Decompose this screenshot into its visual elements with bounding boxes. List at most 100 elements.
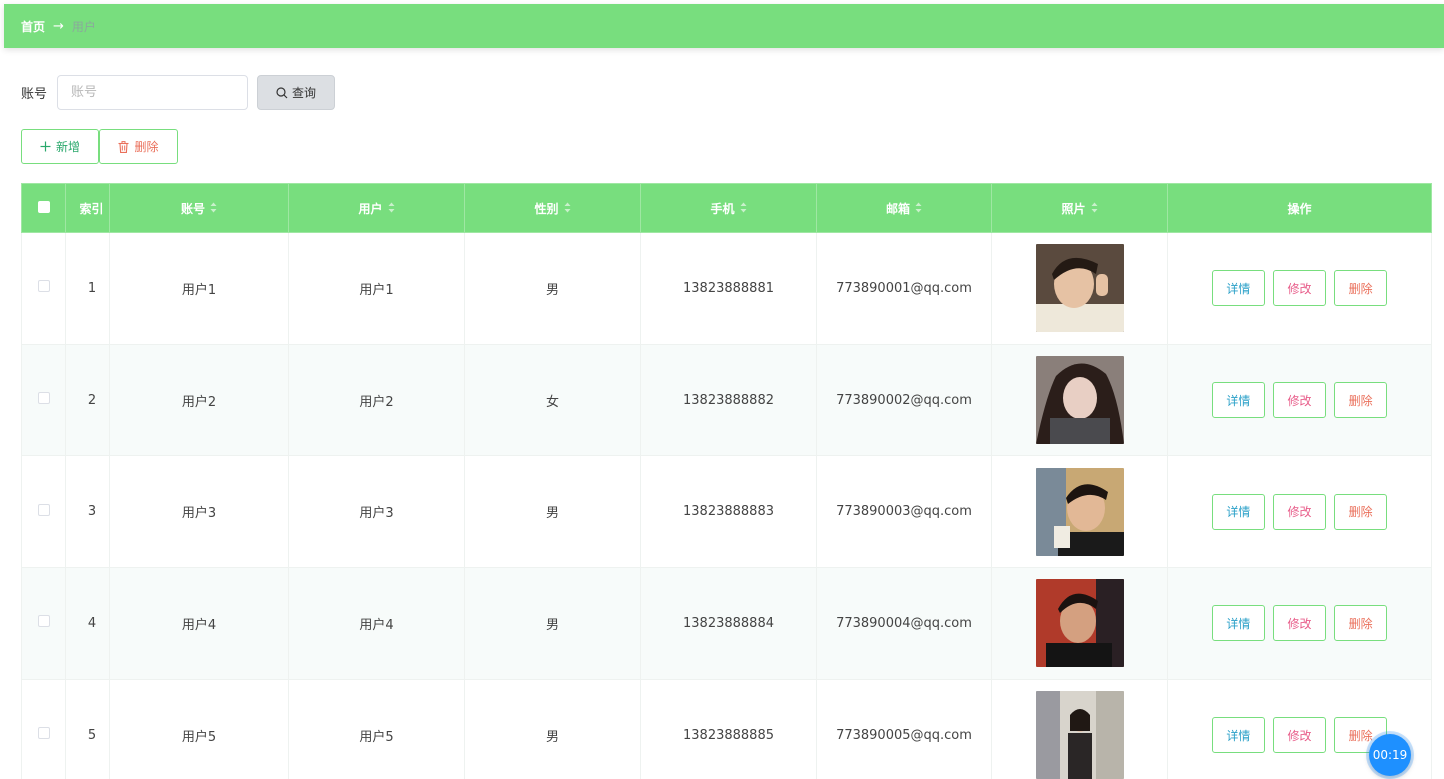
breadcrumb-separator: → <box>53 18 64 34</box>
cell-email: 773890005@qq.com <box>816 678 992 779</box>
delete-button[interactable]: 删除 <box>1334 493 1388 530</box>
detail-button[interactable]: 详情 <box>1211 493 1265 530</box>
header-photo[interactable]: 照片 <box>991 183 1168 233</box>
cell-photo <box>991 343 1168 457</box>
edit-button[interactable]: 修改 <box>1273 605 1326 642</box>
user-photo <box>1035 579 1124 668</box>
cell-gender: 男 <box>464 232 641 345</box>
header-email[interactable]: 邮箱 <box>816 183 992 233</box>
cell-account: 用户1 <box>109 232 289 345</box>
cell-phone: 13823888882 <box>640 343 817 457</box>
row-checkbox[interactable] <box>37 392 50 405</box>
cell-phone: 13823888884 <box>640 567 817 680</box>
header-operation: 操作 <box>1167 183 1432 233</box>
cell-index: 2 <box>65 343 110 457</box>
header-gender-label: 性别 <box>534 201 559 216</box>
edit-button[interactable]: 修改 <box>1273 270 1326 307</box>
timer-badge[interactable]: 00:19 <box>1369 734 1411 776</box>
cell-account: 用户2 <box>109 343 289 457</box>
edit-button[interactable]: 修改 <box>1273 493 1326 530</box>
table-row: 5 用户5 用户5 男 13823888885 773890005@qq.com… <box>21 678 1432 779</box>
header-photo-label: 照片 <box>1061 201 1086 216</box>
cell-operations: 详情 修改 删除 <box>1167 455 1432 569</box>
row-select[interactable] <box>21 455 66 569</box>
sort-icon[interactable] <box>915 202 922 216</box>
header-user[interactable]: 用户 <box>288 183 465 233</box>
cell-operations: 详情 修改 删除 <box>1167 232 1432 345</box>
row-select[interactable] <box>21 343 66 457</box>
delete-button[interactable]: 删除 <box>1334 270 1388 307</box>
cell-index: 5 <box>65 678 110 779</box>
detail-button[interactable]: 详情 <box>1211 717 1265 754</box>
cell-photo <box>991 567 1168 680</box>
search-button-label: 查询 <box>292 86 317 100</box>
sort-icon[interactable] <box>1091 202 1098 216</box>
cell-phone: 13823888881 <box>640 232 817 345</box>
cell-user: 用户3 <box>288 455 465 569</box>
cell-user: 用户1 <box>288 232 465 345</box>
search-bar: 账号 查询 <box>21 75 336 110</box>
sort-icon[interactable] <box>388 202 395 216</box>
search-button[interactable]: 查询 <box>257 75 336 110</box>
row-checkbox[interactable] <box>37 280 50 293</box>
cell-gender: 女 <box>464 343 641 457</box>
cell-operations: 详情 修改 删除 <box>1167 343 1432 457</box>
detail-button[interactable]: 详情 <box>1211 605 1265 642</box>
header-user-label: 用户 <box>358 201 383 216</box>
sort-icon[interactable] <box>740 202 747 216</box>
header-phone-label: 手机 <box>710 201 735 216</box>
row-checkbox[interactable] <box>37 615 50 628</box>
sort-icon[interactable] <box>210 202 217 216</box>
cell-user: 用户5 <box>288 678 465 779</box>
user-photo <box>1035 467 1124 556</box>
row-checkbox[interactable] <box>37 503 50 516</box>
header-email-label: 邮箱 <box>885 201 910 216</box>
edit-button[interactable]: 修改 <box>1273 382 1326 419</box>
batch-delete-button[interactable]: 删除 <box>99 129 178 164</box>
search-icon <box>276 86 288 99</box>
cell-index: 4 <box>65 567 110 680</box>
header-select-all[interactable] <box>21 183 66 233</box>
header-gender[interactable]: 性别 <box>464 183 641 233</box>
detail-button[interactable]: 详情 <box>1211 270 1265 307</box>
row-select[interactable] <box>21 567 66 680</box>
row-select[interactable] <box>21 678 66 779</box>
select-all-checkbox[interactable] <box>37 200 50 213</box>
plus-icon <box>40 141 51 152</box>
sort-icon[interactable] <box>564 202 571 216</box>
row-select[interactable] <box>21 232 66 345</box>
detail-button[interactable]: 详情 <box>1211 382 1265 419</box>
delete-button[interactable]: 删除 <box>1334 605 1388 642</box>
header-index: 索引 <box>65 183 110 233</box>
cell-email: 773890001@qq.com <box>816 232 992 345</box>
table-row: 3 用户3 用户3 男 13823888883 773890003@qq.com… <box>21 455 1432 569</box>
cell-phone: 13823888885 <box>640 678 817 779</box>
cell-index: 1 <box>65 232 110 345</box>
breadcrumb: 首页 → 用户 <box>4 4 1444 48</box>
header-phone[interactable]: 手机 <box>640 183 817 233</box>
table-row: 4 用户4 用户4 男 13823888884 773890004@qq.com… <box>21 567 1432 680</box>
add-button[interactable]: 新增 <box>21 129 99 164</box>
cell-index: 3 <box>65 455 110 569</box>
cell-photo <box>991 455 1168 569</box>
edit-button[interactable]: 修改 <box>1273 717 1326 754</box>
user-photo <box>1035 244 1124 333</box>
breadcrumb-home[interactable]: 首页 <box>21 18 45 35</box>
user-table: 索引 账号 用户 性别 手机 邮箱 照片 操作 1 用户1 用户1 男 1382… <box>21 183 1432 779</box>
search-input[interactable] <box>57 75 249 110</box>
add-button-label: 新增 <box>55 140 80 154</box>
search-label: 账号 <box>21 87 48 102</box>
cell-gender: 男 <box>464 678 641 779</box>
cell-gender: 男 <box>464 455 641 569</box>
action-toolbar: 新增 删除 <box>21 129 178 164</box>
delete-button[interactable]: 删除 <box>1334 382 1388 419</box>
cell-account: 用户3 <box>109 455 289 569</box>
cell-gender: 男 <box>464 567 641 680</box>
cell-email: 773890002@qq.com <box>816 343 992 457</box>
row-checkbox[interactable] <box>37 727 50 740</box>
cell-account: 用户5 <box>109 678 289 779</box>
header-account[interactable]: 账号 <box>109 183 289 233</box>
cell-user: 用户2 <box>288 343 465 457</box>
cell-phone: 13823888883 <box>640 455 817 569</box>
user-photo <box>1035 356 1124 445</box>
